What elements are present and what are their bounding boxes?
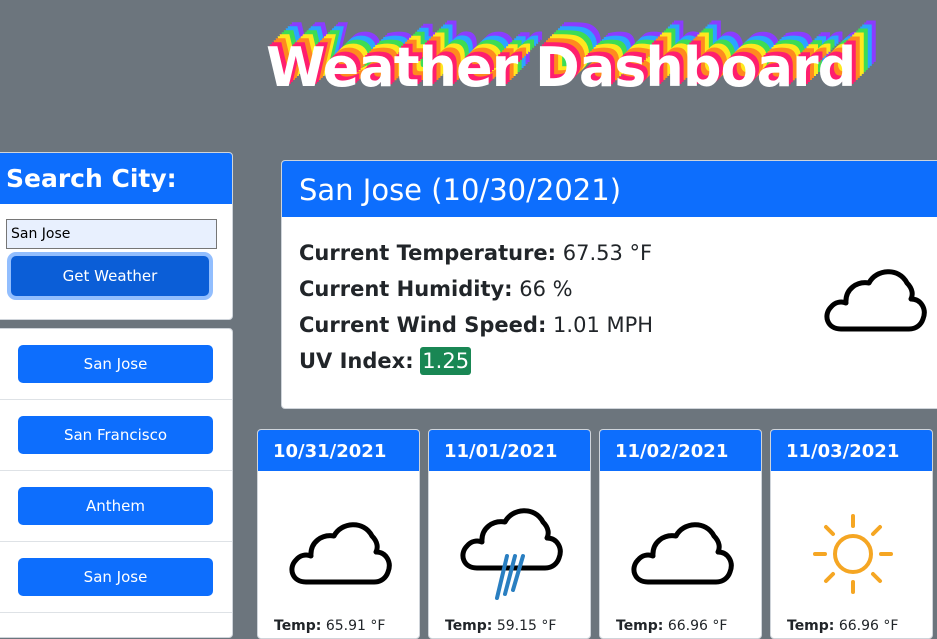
current-weather-card: San Jose (10/30/2021) Current Temperatur…	[281, 160, 937, 409]
get-weather-button[interactable]: Get Weather	[11, 256, 209, 296]
humidity-value: 66 %	[519, 277, 573, 301]
uv-index-badge: 1.25	[420, 347, 472, 375]
rain-cloud-icon	[460, 508, 563, 600]
forecast-temp: Temp: 65.91 °F	[274, 618, 386, 634]
forecast-card: 11/02/2021 Temp: 66.96 °F	[599, 429, 762, 639]
search-card: Search City: Get Weather	[0, 152, 233, 320]
forecast-date: 10/31/2021	[258, 430, 419, 471]
city-search-input[interactable]	[6, 219, 217, 249]
forecast-card: 10/31/2021 Temp: 65.91 °F	[257, 429, 420, 639]
wind-speed-value: 1.01 MPH	[553, 313, 654, 337]
search-heading: Search City:	[0, 153, 232, 204]
history-city-button[interactable]: San Jose	[18, 345, 213, 383]
forecast-date: 11/03/2021	[771, 430, 932, 471]
page-title: Weather Dashboard	[266, 36, 856, 99]
search-history-list: San Jose San Francisco Anthem San Jose	[0, 328, 233, 638]
cloud-icon	[824, 269, 927, 332]
history-city-button[interactable]: San Francisco	[18, 416, 213, 454]
current-city-heading: San Jose (10/30/2021)	[282, 161, 937, 217]
sun-icon	[813, 514, 893, 594]
humidity-label: Current Humidity:	[299, 277, 513, 301]
wind-speed-label: Current Wind Speed:	[299, 313, 547, 337]
forecast-temp: Temp: 66.96 °F	[616, 618, 728, 634]
list-item: San Jose	[0, 542, 232, 613]
forecast-card: 11/01/2021 Temp: 59.15 °F	[428, 429, 591, 639]
temperature-value: 67.53 °F	[562, 241, 653, 265]
list-item: Anthem	[0, 471, 232, 542]
uv-index-label: UV Index:	[299, 349, 414, 373]
history-city-button[interactable]: San Jose	[18, 558, 213, 596]
forecast-temp: Temp: 66.96 °F	[787, 618, 899, 634]
temperature-label: Current Temperature:	[299, 241, 557, 265]
forecast-date: 11/01/2021	[429, 430, 590, 471]
list-item: San Francisco	[0, 400, 232, 471]
cloud-icon	[631, 522, 734, 585]
current-uv-index: UV Index: 1.25	[299, 343, 937, 379]
cloud-icon	[289, 522, 392, 585]
list-item: San Jose	[0, 329, 232, 400]
forecast-temp: Temp: 59.15 °F	[445, 618, 557, 634]
forecast-date: 11/02/2021	[600, 430, 761, 471]
history-city-button[interactable]: Anthem	[18, 487, 213, 525]
forecast-card: 11/03/2021 Temp: 66.96 °F	[770, 429, 933, 639]
